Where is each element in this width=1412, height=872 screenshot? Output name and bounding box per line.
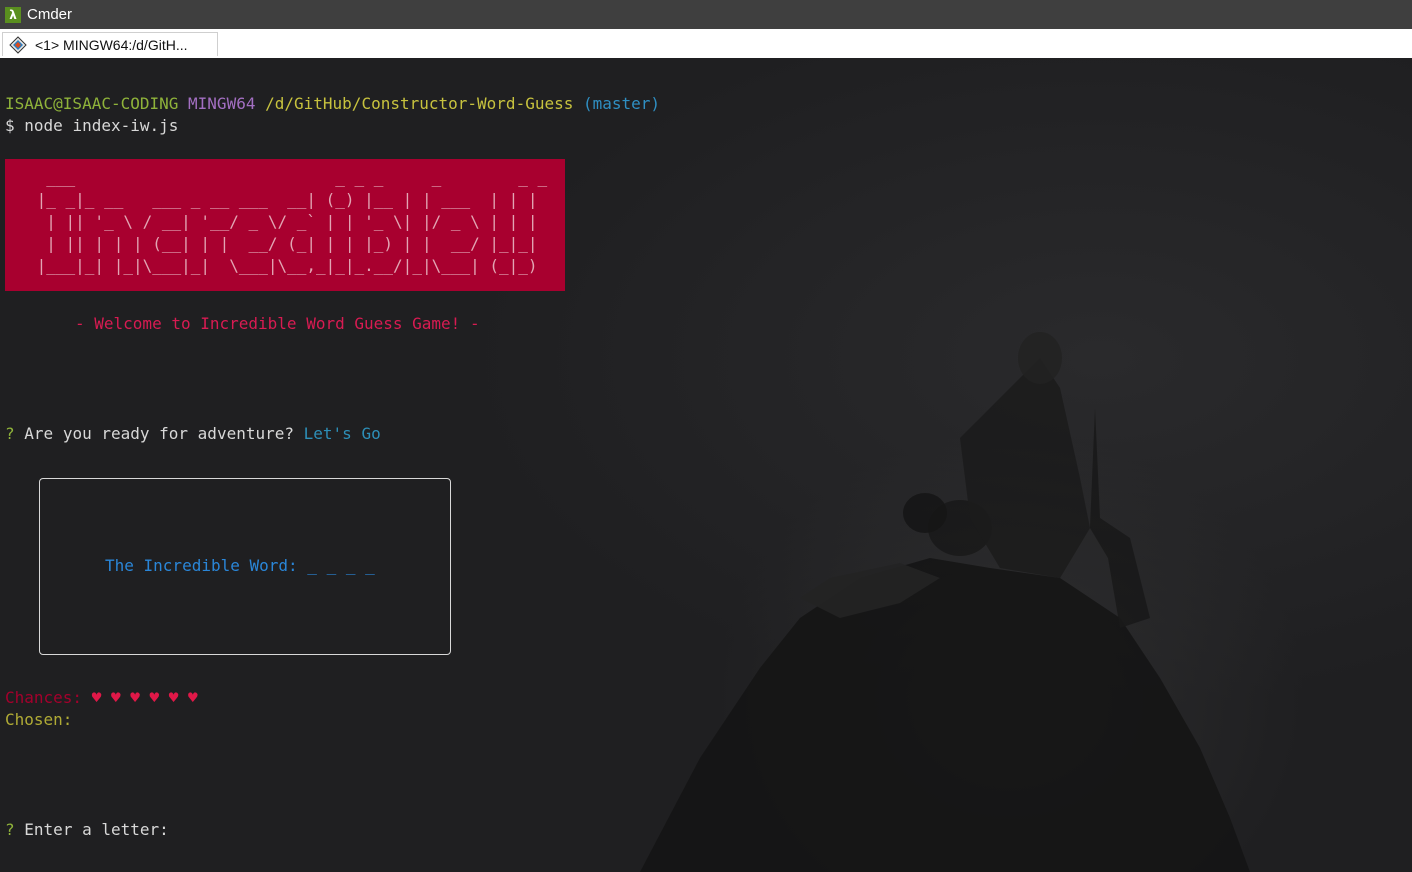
- tab-bar: <1> MINGW64:/d/GitH...: [0, 29, 1412, 59]
- welcome-message: - Welcome to Incredible Word Guess Game!…: [75, 314, 480, 333]
- prompt-symbol: $: [5, 116, 15, 135]
- git-bash-icon: [9, 35, 27, 54]
- question-mark-2: ?: [5, 820, 15, 839]
- chances-label: Chances:: [5, 688, 83, 707]
- window-title: Cmder: [27, 6, 73, 23]
- word-blanks: _ _ _ _: [307, 556, 375, 575]
- prompt-path: /d/GitHub/Constructor-Word-Guess: [265, 94, 574, 113]
- word-label: The Incredible Word:: [105, 556, 298, 575]
- chances-line: Chances: ♥ ♥ ♥ ♥ ♥ ♥: [5, 687, 198, 709]
- command-text: node index-iw.js: [24, 116, 179, 135]
- console-area[interactable]: ISAAC@ISAAC-CODING MINGW64 /d/GitHub/Con…: [0, 58, 1412, 872]
- answer-text: Let's Go: [303, 424, 381, 443]
- prompt-user: ISAAC@ISAAC-CODING: [5, 94, 179, 113]
- tab-label: <1> MINGW64:/d/GitH...: [35, 36, 188, 53]
- question-ready: ? Are you ready for adventure? Let's Go: [5, 423, 381, 445]
- command-line: $ node index-iw.js: [5, 115, 178, 137]
- prompt-branch: (master): [583, 94, 661, 113]
- question-letter[interactable]: ? Enter a letter:: [5, 819, 169, 841]
- chosen-label: Chosen:: [5, 710, 73, 729]
- question-letter-text: Enter a letter:: [24, 820, 169, 839]
- word-line: The Incredible Word: _ _ _ _: [105, 555, 375, 577]
- prompt-env: MINGW64: [188, 94, 256, 113]
- word-box: The Incredible Word: _ _ _ _: [39, 478, 451, 655]
- question-text: Are you ready for adventure?: [24, 424, 294, 443]
- console-tab[interactable]: <1> MINGW64:/d/GitH...: [2, 32, 218, 56]
- ascii-banner: ___ _ _ _ _ _ _ |_ _|_ __ ___ _ __ ___ _…: [5, 159, 565, 291]
- cmder-lambda-icon: λ: [5, 6, 21, 23]
- title-bar: λ Cmder: [0, 0, 1412, 29]
- banner-art: ___ _ _ _ _ _ _ |_ _|_ __ ___ _ __ ___ _…: [36, 168, 548, 275]
- chances-hearts: ♥ ♥ ♥ ♥ ♥ ♥: [91, 688, 198, 707]
- question-mark: ?: [5, 424, 15, 443]
- prompt-line: ISAAC@ISAAC-CODING MINGW64 /d/GitHub/Con…: [5, 93, 660, 115]
